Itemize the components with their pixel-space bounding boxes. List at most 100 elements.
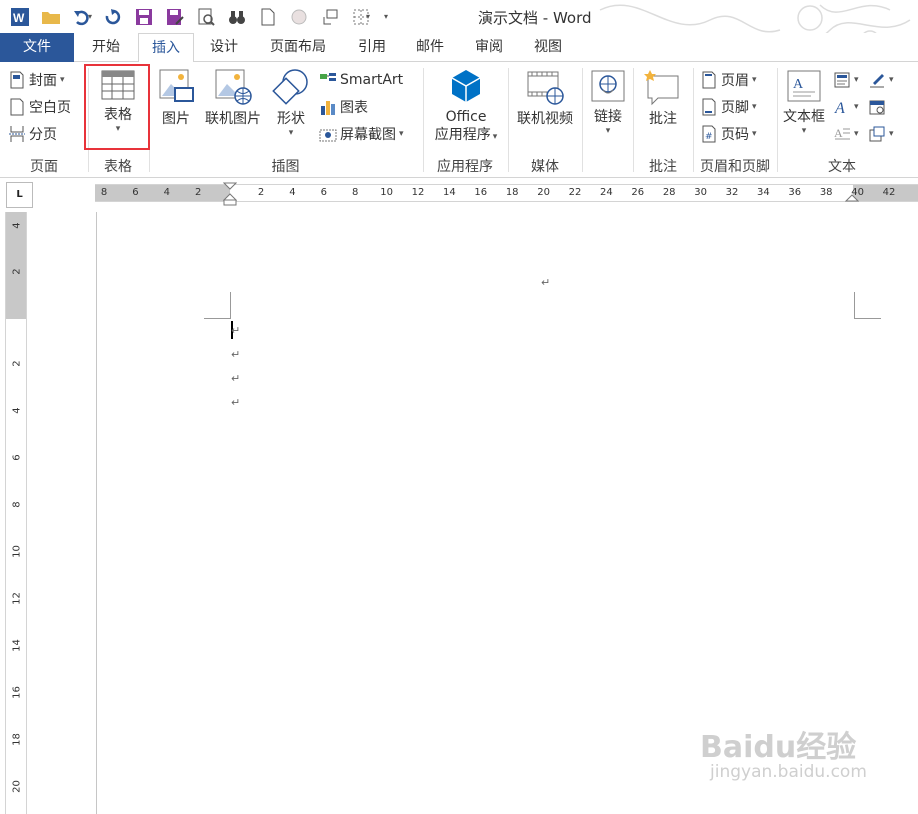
page-break-label: 分页 [29,127,57,143]
new-document-icon[interactable] [254,5,282,29]
shapes-button[interactable]: 形状 ▾ [270,68,312,138]
header-icon [702,71,716,89]
footer-button[interactable]: 页脚 ▾ [700,95,757,119]
tab-stop-selector[interactable]: L [6,182,33,208]
ruler-tick-label: 2 [11,360,23,367]
comment-button[interactable]: 批注 [640,68,686,128]
ruler-tick-label: 14 [11,639,23,652]
links-button[interactable]: 链接 ▾ [587,68,629,136]
title-bar: W ▾ ▾ ▾ 演示文档 - Word [0,0,918,51]
chevron-down-icon[interactable]: ▾ [88,12,92,21]
tab-design[interactable]: 设计 [198,33,250,62]
chevron-down-icon: ▾ [288,128,294,138]
signature-pen-icon [870,74,884,88]
crop-mark-top-left [204,292,231,319]
tab-home[interactable]: 开始 [80,33,132,62]
open-folder-icon[interactable] [37,5,65,29]
shapes-label: 形状 [277,111,305,127]
chart-button[interactable]: 图表 [319,95,368,119]
page-number-icon: # [702,125,716,143]
find-binoculars-icon[interactable] [223,5,251,29]
ruler-tick-label: 8 [352,187,359,198]
drop-cap-button[interactable]: A ▾ [833,122,859,146]
save-icon[interactable] [130,5,158,29]
ruler-tick-label: 34 [757,187,770,198]
ruler-tick-label: 20 [537,187,550,198]
office-store-icon [451,70,481,102]
tab-insert[interactable]: 插入 [138,33,194,63]
blank-page-button[interactable]: 空白页 [8,95,71,119]
tab-page-layout[interactable]: 页面布局 [258,33,338,62]
ruler-tick-label: 16 [474,187,488,198]
blank-page-label: 空白页 [29,100,71,116]
ruler-tick-label: 32 [725,187,739,198]
cover-page-button[interactable]: 封面 ▾ [8,68,65,92]
chevron-down-icon[interactable]: ▾ [366,12,370,21]
ruler-tick-label: 4 [11,407,23,414]
print-preview-icon[interactable] [192,5,220,29]
horizontal-ruler[interactable]: 8 6 4 2 2 4 6 8 10 12 14 16 18 20 22 24 26 28 30 32 34 36 38 40… [95,182,918,206]
vertical-ruler[interactable]: 4 2 2 4 6 8 10 12 14 16 18 20 [5,212,27,814]
blank-page-icon [10,98,24,116]
textbox-label: 文本框 [783,109,825,125]
ruler-tick-label: 38 [819,187,833,198]
textbox-button[interactable]: A 文本框 ▾ [780,68,828,136]
tab-file[interactable]: 文件 [0,33,74,62]
undo-icon[interactable]: ▾ [68,5,96,29]
borders-icon[interactable]: ▾ [347,5,375,29]
tab-review[interactable]: 审阅 [463,33,515,62]
indent-marker-icon[interactable] [223,182,237,206]
screenshot-button[interactable]: 屏幕截图 ▾ [319,122,404,146]
ruler-tick-label: 16 [11,686,23,699]
touch-mode-icon[interactable] [316,5,344,29]
smartart-button[interactable]: SmartArt [319,68,403,92]
header-button[interactable]: 页眉 ▾ [700,68,757,92]
circle-shape-icon[interactable] [285,5,313,29]
customize-qat-icon[interactable]: ▾ [378,5,394,29]
ruler-tick-label: 8 [11,501,23,508]
picture-button[interactable]: 图片 [156,68,196,128]
document-title: 演示文档 - Word [478,9,592,27]
table-button-highlight [84,64,150,150]
ruler-tick-label: 12 [11,592,23,605]
ruler-tick-label: 30 [694,187,707,198]
wordart-button[interactable]: A ▾ [833,95,859,119]
online-picture-button[interactable]: 联机图片 [202,68,264,128]
word-logo-icon[interactable]: W [6,5,34,29]
chevron-down-icon: ▾ [605,126,611,136]
baidu-watermark: Baidu经验 jingyan.baidu.com [700,712,910,792]
redo-icon[interactable] [99,5,127,29]
ruler-tick-label: 10 [380,187,393,198]
crop-mark-top-right [854,292,881,319]
ruler-tick-label: 36 [788,187,802,198]
date-time-button[interactable] [868,95,889,119]
tab-references[interactable]: 引用 [346,33,398,62]
online-video-icon [527,71,564,105]
page-break-button[interactable]: 分页 [8,122,57,146]
online-picture-icon [215,69,252,105]
quick-parts-button[interactable]: ▾ [833,68,859,92]
save-as-icon[interactable] [161,5,189,29]
office-apps-button[interactable]: Office 应用程序 ▾ [428,68,504,144]
online-video-label: 联机视频 [517,111,573,127]
tab-view[interactable]: 视图 [522,33,574,62]
smartart-label: SmartArt [340,72,404,88]
office-label-line2: 应用程序 [434,127,491,143]
page-break-icon [9,126,25,142]
page-number-label: 页码 [721,127,749,143]
page-number-button[interactable]: # 页码 ▾ [700,122,757,146]
svg-text:W: W [13,11,25,25]
ruler-tick-label: 4 [11,222,23,229]
watermark-main: Baidu经验 [700,730,857,765]
ruler-tick-label: 18 [11,733,23,746]
signature-line-button[interactable]: ▾ [868,68,894,92]
smartart-icon [320,73,336,81]
quick-parts-icon [834,72,850,88]
ruler-tick-label: 42 [882,187,896,198]
page-left-edge [96,212,97,814]
new-comment-icon [644,70,679,106]
online-video-button[interactable]: 联机视频 [512,68,578,128]
object-button[interactable]: ▾ [868,122,894,146]
drop-cap-icon: A [834,126,850,140]
tab-mailings[interactable]: 邮件 [404,33,456,62]
